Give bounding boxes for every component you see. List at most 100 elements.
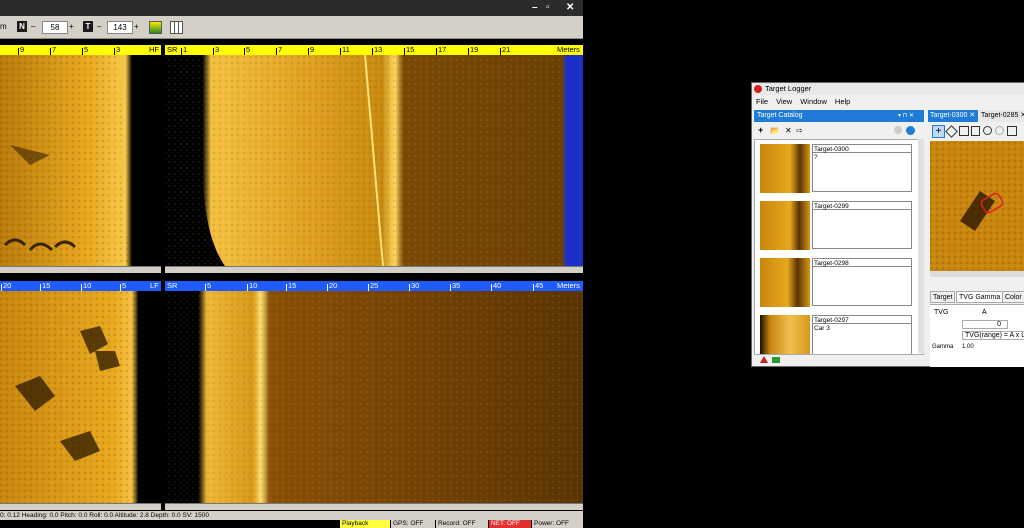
target-thumbnail: [760, 315, 810, 354]
n-minus-button[interactable]: –: [31, 21, 35, 32]
t-label: T: [83, 21, 93, 32]
list-item[interactable]: Target-0300 ?: [760, 142, 912, 193]
catalog-toolbar: + 📂 ✕ ⇨: [754, 123, 924, 138]
close-tab-icon[interactable]: ✕: [1020, 112, 1024, 119]
target-notes-field[interactable]: ?: [812, 153, 912, 192]
status-green-icon[interactable]: [772, 357, 780, 363]
window-icon[interactable]: [959, 126, 969, 136]
tvg-a-input[interactable]: 0: [962, 320, 1008, 329]
t-plus-button[interactable]: +: [134, 21, 139, 32]
record-status[interactable]: Record: OFF: [436, 520, 488, 528]
close-tab-icon[interactable]: ✕: [969, 112, 975, 119]
target-catalog-header: Target Catalog ▾ ⊓ ✕: [754, 110, 924, 122]
n-value-field[interactable]: 58: [42, 21, 68, 34]
lf-label: LF: [150, 281, 159, 290]
bottom-port-scrollbar[interactable]: [0, 503, 161, 510]
tab-target-0285[interactable]: Target-0285 ✕: [979, 110, 1024, 122]
target-catalog-title: Target Catalog: [757, 112, 803, 119]
page-icon[interactable]: [971, 126, 980, 136]
palette-icon[interactable]: [149, 21, 162, 34]
viewer-toolbar: +: [928, 123, 1024, 138]
target-name-field[interactable]: Target-0299: [812, 201, 912, 210]
catalog-footer: [754, 355, 924, 365]
bottom-starboard-ruler: SR 5 10 15 20 25 30 35 40 45 Meters: [165, 281, 583, 291]
target-thumbnail: [760, 201, 810, 250]
delete-target-button[interactable]: ✕: [785, 123, 792, 138]
viewer-scrollbar[interactable]: [930, 271, 1024, 277]
tab-color[interactable]: Color: [1002, 291, 1024, 303]
target-thumbnail: [760, 258, 810, 307]
net-status[interactable]: NET: OFF: [489, 520, 531, 528]
grid-icon[interactable]: [170, 21, 183, 34]
list-item[interactable]: Target-0299: [760, 199, 912, 250]
sonar-title-bar: – ▫ ✕: [0, 0, 583, 16]
top-starboard-sonar-image[interactable]: [165, 55, 583, 266]
gamma-label: Gamma: [932, 344, 954, 350]
sonar-window: – ▫ ✕ m N – 58 + T – 143 + 9 7 5 3 HF SR…: [0, 0, 583, 528]
list-item[interactable]: Target-0298: [760, 256, 912, 307]
target-logger-title-bar: Target Logger: [752, 83, 1024, 95]
sonar-toolbar: m N – 58 + T – 143 +: [0, 16, 583, 39]
target-image-viewer[interactable]: [930, 141, 1024, 271]
n-plus-button[interactable]: +: [69, 21, 74, 32]
open-folder-button[interactable]: 📂: [770, 123, 780, 138]
tab-tvg-gamma[interactable]: TVG Gamma: [956, 291, 1004, 303]
target-name-field[interactable]: Target-0300: [812, 144, 912, 153]
panel-pin-close-icon[interactable]: ▾ ⊓ ✕: [898, 110, 914, 122]
menu-file[interactable]: File: [756, 97, 768, 106]
tvg-formula: TVG(range) = A x Lo: [962, 331, 1024, 340]
top-port-ruler: 9 7 5 3 HF: [0, 45, 161, 55]
list-item[interactable]: Target-0297 Car 3: [760, 313, 912, 354]
menu-bar: File View Window Help: [752, 96, 1024, 108]
top-port-scrollbar[interactable]: [0, 266, 161, 273]
diamond-icon[interactable]: [945, 125, 958, 138]
save-icon[interactable]: [1007, 126, 1017, 136]
gamma-value[interactable]: 1.00: [962, 344, 974, 350]
close-icon[interactable]: ✕: [566, 2, 574, 14]
disabled-settings-icon[interactable]: [894, 126, 902, 134]
target-name-field[interactable]: Target-0298: [812, 258, 912, 267]
n-label: N: [17, 21, 27, 32]
menu-view[interactable]: View: [776, 97, 792, 106]
power-status[interactable]: Power: OFF: [532, 520, 583, 528]
target-thumbnail: [760, 144, 810, 193]
playback-status[interactable]: Playback: [340, 520, 390, 528]
bottom-starboard-scrollbar[interactable]: [165, 503, 583, 510]
menu-window[interactable]: Window: [800, 97, 827, 106]
unit-label: m: [0, 22, 7, 31]
target-name-field[interactable]: Target-0297: [812, 315, 912, 324]
help-icon[interactable]: [906, 126, 915, 135]
tab-target-0300[interactable]: Target-0300 ✕: [928, 110, 978, 122]
catalog-scrollbar[interactable]: [918, 139, 924, 353]
target-notes-field[interactable]: [812, 267, 912, 306]
menu-help[interactable]: Help: [835, 97, 850, 106]
warning-icon[interactable]: [760, 356, 768, 363]
tab-target[interactable]: Target: [930, 291, 956, 303]
bottom-starboard-sonar-image[interactable]: [165, 291, 583, 503]
target-catalog-list[interactable]: Target-0300 ? Target-0299 Target-0298 Ta…: [754, 139, 924, 355]
status-indicators: Playback GPS: OFF Record: OFF NET: OFF P…: [340, 520, 583, 528]
bottom-port-sonar-image[interactable]: [0, 291, 161, 503]
t-minus-button[interactable]: –: [97, 21, 101, 32]
navigation-status-line: 0: 0.12 Heading: 0.0 Pitch: 0.0 Roll: 0.…: [0, 511, 583, 520]
bottom-port-ruler: 20 15 10 5 LF: [0, 281, 161, 291]
target-notes-field[interactable]: [812, 210, 912, 249]
target-logger-window: Target Logger File View Window Help Target …: [751, 82, 1024, 367]
add-target-button[interactable]: +: [758, 123, 763, 138]
viewer-tabs: Target TVG Gamma Color: [930, 291, 1024, 303]
hf-label: HF: [149, 45, 159, 54]
tvg-label: TVG: [934, 309, 949, 316]
minimize-icon[interactable]: –: [532, 2, 538, 14]
app-icon: [754, 85, 762, 93]
t-value-field[interactable]: 143: [107, 21, 133, 34]
sr-label: SR: [167, 45, 178, 54]
crosshair-icon[interactable]: +: [932, 125, 945, 138]
export-target-button[interactable]: ⇨: [796, 123, 803, 138]
gps-status[interactable]: GPS: OFF: [391, 520, 435, 528]
zoom-in-icon[interactable]: [983, 126, 992, 135]
zoom-out-icon[interactable]: [995, 126, 1004, 135]
top-port-sonar-image[interactable]: [0, 55, 161, 266]
target-notes-field[interactable]: Car 3: [812, 324, 912, 354]
top-starboard-scrollbar[interactable]: [165, 266, 583, 273]
maximize-icon[interactable]: ▫: [546, 2, 550, 14]
